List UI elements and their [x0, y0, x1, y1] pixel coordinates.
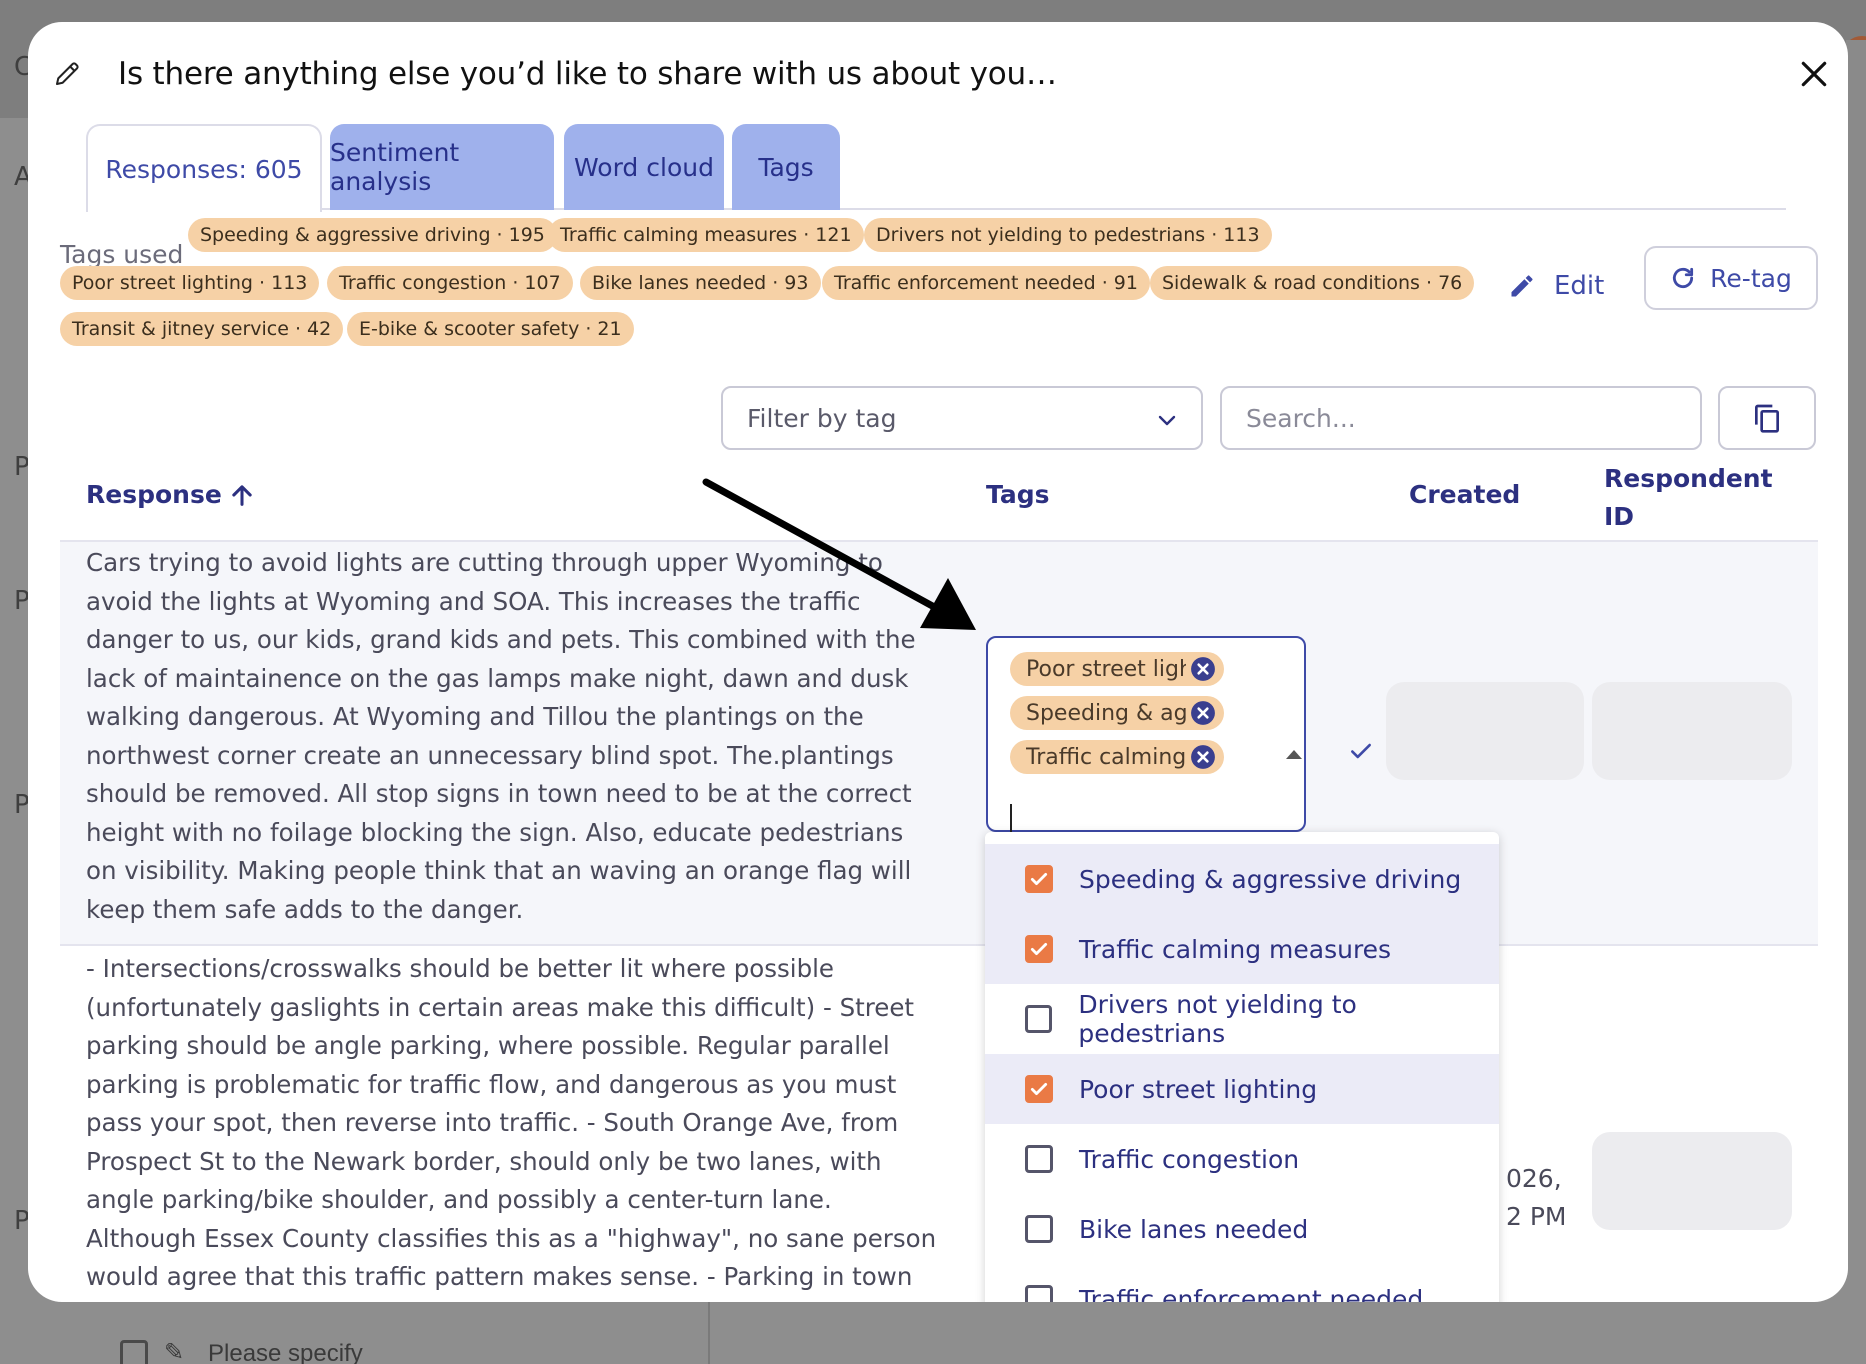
background-please-specify: Please specify	[208, 1340, 363, 1364]
checkbox-unchecked-icon[interactable]	[1025, 1145, 1053, 1173]
background-checkbox[interactable]	[120, 1340, 148, 1364]
edit-tags-button[interactable]: Edit	[1508, 258, 1604, 314]
selected-tag-chip: Speeding & aggressive driving	[1010, 696, 1224, 730]
column-header-created[interactable]: Created	[1409, 480, 1520, 509]
tag-chip[interactable]: Speeding & aggressive driving · 195	[188, 218, 557, 252]
column-header-tags[interactable]: Tags	[986, 480, 1049, 509]
checkbox-checked-icon[interactable]	[1025, 935, 1053, 963]
chevron-down-icon	[1158, 415, 1176, 426]
tab-sentiment-analysis[interactable]: Sentiment analysis	[330, 124, 554, 210]
checkmark-icon[interactable]	[1348, 738, 1374, 764]
column-header-response[interactable]: Response	[86, 480, 256, 509]
column-header-response-label: Response	[86, 480, 222, 509]
remove-tag-icon[interactable]	[1190, 700, 1216, 726]
pencil-icon[interactable]	[52, 59, 82, 89]
tag-option[interactable]: Traffic congestion	[985, 1124, 1499, 1194]
created-date: 026, 2 PM	[1506, 1160, 1567, 1236]
tab-bar: Responses: 605 Sentiment analysis Word c…	[86, 124, 1786, 212]
tag-option-label: Drivers not yielding to pedestrians	[1078, 990, 1357, 1048]
tag-chip[interactable]: Traffic enforcement needed · 91	[822, 266, 1150, 300]
tag-option[interactable]: Drivers not yielding to pedestrians	[985, 984, 1499, 1054]
selected-tag-chip: Poor street lighting	[1010, 652, 1224, 686]
selected-tag-chip: Traffic calming measures	[1010, 740, 1224, 774]
refresh-icon	[1673, 267, 1694, 289]
response-text: - Intersections/crosswalks should be bet…	[86, 954, 937, 1302]
retag-label: Re-tag	[1710, 263, 1792, 293]
selected-tag-label: Traffic calming measures	[1026, 744, 1186, 770]
tag-chip[interactable]: Bike lanes needed · 93	[580, 266, 821, 300]
checkbox-unchecked-icon[interactable]	[1025, 1005, 1053, 1033]
remove-tag-icon[interactable]	[1190, 744, 1216, 770]
tag-option[interactable]: Traffic enforcement needed	[985, 1264, 1499, 1302]
tag-option[interactable]: Speeding & aggressive driving	[985, 844, 1499, 914]
checkbox-unchecked-icon[interactable]	[1025, 1215, 1053, 1243]
modal-header: Is there anything else you’d like to sha…	[52, 56, 1057, 92]
tag-chip[interactable]: E-bike & scooter safety · 21	[347, 312, 634, 346]
copy-icon	[1755, 404, 1779, 433]
selected-tag-label: Speeding & aggressive driving	[1026, 700, 1186, 726]
modal-title: Is there anything else you’d like to sha…	[118, 56, 1057, 92]
copy-button[interactable]	[1718, 386, 1816, 450]
edit-label: Edit	[1554, 271, 1605, 301]
respondent-id-placeholder	[1592, 1132, 1792, 1230]
tab-word-cloud[interactable]: Word cloud	[564, 124, 724, 210]
selected-tag-label: Poor street lighting	[1026, 656, 1186, 682]
search-input[interactable]	[1220, 386, 1702, 450]
tab-tags[interactable]: Tags	[732, 124, 840, 210]
tag-option-label: Poor street lighting	[1079, 1074, 1318, 1104]
remove-tag-icon[interactable]	[1190, 656, 1216, 682]
tag-chip[interactable]: Poor street lighting · 113	[60, 266, 320, 300]
close-icon[interactable]	[1798, 58, 1830, 90]
tag-option[interactable]: Traffic calming measures	[985, 914, 1499, 984]
filter-by-tag-select[interactable]: Filter by tag	[721, 386, 1203, 450]
checkbox-checked-icon[interactable]	[1025, 865, 1053, 893]
checkbox-unchecked-icon[interactable]	[1025, 1285, 1053, 1302]
column-header-respondent-id[interactable]: Respondent ID	[1604, 460, 1804, 536]
tag-chip[interactable]: Sidewalk & road conditions · 76	[1150, 266, 1475, 300]
arrow-up-icon	[232, 484, 252, 506]
filter-placeholder: Filter by tag	[747, 403, 897, 433]
tags-used-label: Tags used	[60, 240, 184, 269]
response-text: Cars trying to avoid lights are cutting …	[86, 548, 916, 924]
tag-multiselect[interactable]: Poor street lighting Speeding & aggressi…	[986, 636, 1306, 832]
created-placeholder	[1386, 682, 1584, 780]
background-divider	[708, 1300, 710, 1364]
created-time-line: 2 PM	[1506, 1202, 1567, 1231]
tag-chip[interactable]: Traffic congestion · 107	[327, 266, 573, 300]
tab-responses[interactable]: Responses: 605	[86, 124, 322, 212]
tag-option-label: Traffic enforcement needed	[1079, 1284, 1424, 1303]
tag-option-label: Speeding & aggressive driving	[1079, 864, 1462, 894]
pencil-filled-icon	[1511, 275, 1533, 297]
tag-chip[interactable]: Transit & jitney service · 42	[60, 312, 344, 346]
background-panel	[1846, 40, 1866, 860]
tag-option-label: Traffic calming measures	[1079, 934, 1392, 964]
tag-chip[interactable]: Traffic calming measures · 121	[548, 218, 864, 252]
checkbox-checked-icon[interactable]	[1025, 1075, 1053, 1103]
tag-option-label: Traffic congestion	[1079, 1144, 1300, 1174]
text-cursor	[1010, 804, 1012, 834]
tag-options-dropdown: Speeding & aggressive driving Traffic ca…	[985, 832, 1499, 1302]
caret-up-icon[interactable]	[1286, 750, 1302, 759]
background-pencil-icon: ✎	[164, 1339, 185, 1364]
created-date-line: 026,	[1506, 1164, 1562, 1193]
tag-option[interactable]: Poor street lighting	[985, 1054, 1499, 1124]
tag-chip[interactable]: Drivers not yielding to pedestrians · 11…	[864, 218, 1272, 252]
tag-option[interactable]: Bike lanes needed	[985, 1194, 1499, 1264]
responses-modal: Is there anything else you’d like to sha…	[28, 22, 1848, 1302]
respondent-id-placeholder	[1592, 682, 1792, 780]
tag-option-label: Bike lanes needed	[1079, 1214, 1309, 1244]
retag-button[interactable]: Re-tag	[1644, 246, 1818, 310]
